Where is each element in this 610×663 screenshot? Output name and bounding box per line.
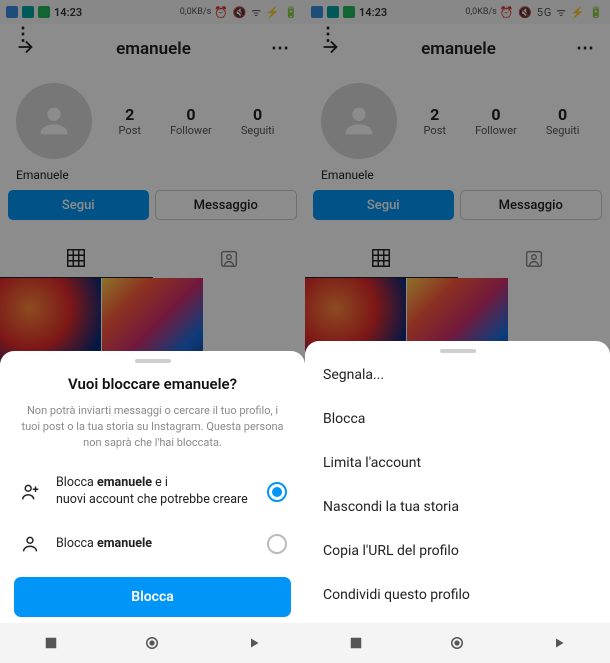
nav-back-icon[interactable] — [245, 634, 263, 652]
nav-recents-icon[interactable] — [42, 634, 60, 652]
options-menu-sheet: Segnala... Blocca Limita l'account Nasco… — [305, 341, 610, 623]
screen-block-dialog: 14:23 0,0KB/s ⏰ 🔇 ᯤ ⚡ 🔋 emanuele ⋯ ⋮ — [0, 0, 305, 663]
block-confirm-button[interactable]: Blocca — [14, 577, 291, 617]
block-option-text: Blocca emanuele — [56, 536, 253, 553]
nav-recents-icon[interactable] — [347, 634, 365, 652]
person-plus-icon — [18, 481, 42, 503]
menu-copy-url[interactable]: Copia l'URL del profilo — [305, 529, 610, 573]
system-nav-bar — [0, 623, 305, 663]
menu-share-profile[interactable]: Condividi questo profilo — [305, 573, 610, 617]
block-dialog-title: Vuoi bloccare emanuele? — [0, 369, 305, 403]
block-dialog-sheet: Vuoi bloccare emanuele? Non potrà inviar… — [0, 351, 305, 623]
block-dialog-description: Non potrà inviarti messaggi o cercare il… — [0, 403, 305, 463]
person-icon — [18, 533, 42, 555]
block-option-single[interactable]: Blocca emanuele — [0, 521, 305, 567]
system-nav-bar — [305, 623, 610, 663]
nav-back-icon[interactable] — [550, 634, 568, 652]
menu-report[interactable]: Segnala... — [305, 359, 610, 397]
screen-options-menu: 14:23 0,0KB/s ⏰ 🔇 5G ᯤ ⚡ 🔋 emanuele ⋯ ⋮ — [305, 0, 610, 663]
block-option-text: Blocca emanuele e i nuovi account che po… — [56, 475, 253, 509]
menu-hide-story[interactable]: Nascondi la tua storia — [305, 485, 610, 529]
block-option-all-accounts[interactable]: Blocca emanuele e i nuovi account che po… — [0, 463, 305, 521]
radio-selected[interactable] — [267, 482, 287, 502]
radio-unselected[interactable] — [267, 534, 287, 554]
menu-restrict[interactable]: Limita l'account — [305, 441, 610, 485]
sheet-handle[interactable] — [440, 349, 476, 353]
nav-home-icon[interactable] — [143, 634, 161, 652]
sheet-handle[interactable] — [135, 359, 171, 363]
menu-block[interactable]: Blocca — [305, 397, 610, 441]
nav-home-icon[interactable] — [448, 634, 466, 652]
